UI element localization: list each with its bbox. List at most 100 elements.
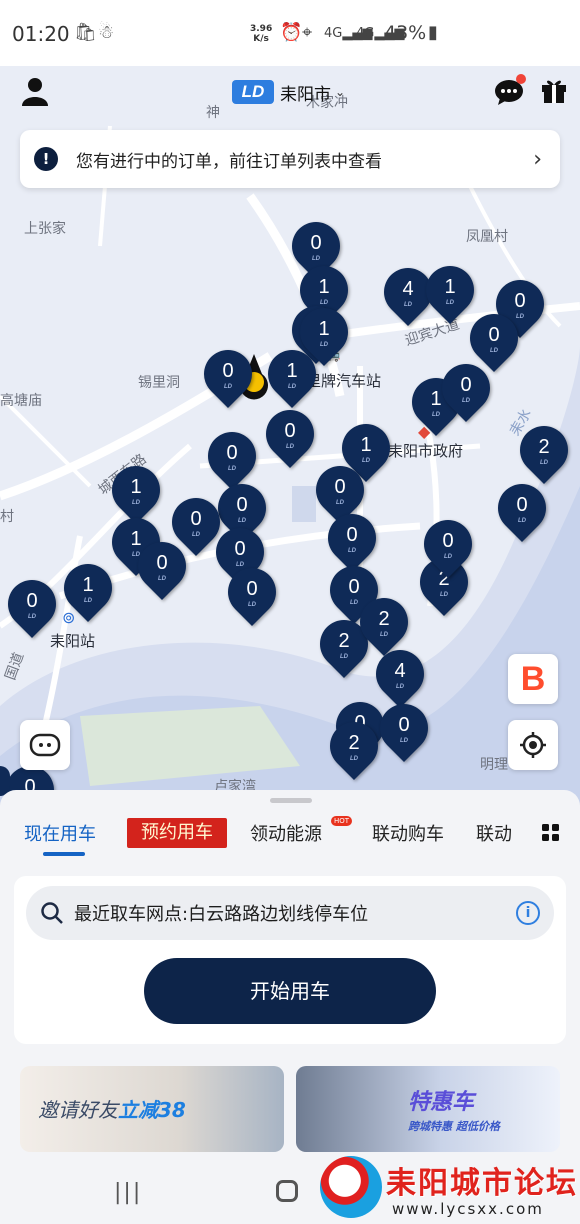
pin-vehicle-count: 1 [444,276,456,298]
pin-vehicle-count: 1 [360,434,372,456]
grid-menu-icon[interactable] [542,824,560,842]
customer-service-button[interactable] [20,720,70,770]
vehicle-pin[interactable]: 1 LD [54,554,122,624]
map-poi-gov: 耒阳市政府 [388,442,464,460]
pin-ld-logo: LD [340,654,348,660]
pin-ld-logo: LD [192,532,200,538]
tab-energy[interactable]: 领动能源 [250,820,322,846]
pin-ld-logo: LD [400,738,408,744]
vehicle-pin[interactable]: 0 LD [432,354,500,424]
recent-apps-icon[interactable]: ||| [114,1180,142,1205]
active-tab-indicator [43,852,85,856]
special-offer-subtitle: 跨城特惠 超低价格 [408,1120,500,1133]
pin-ld-logo: LD [132,500,140,506]
vehicle-pin[interactable]: 0 LD [194,340,262,410]
vehicle-pin[interactable]: 0 LD [0,570,66,640]
service-tabs: 现在用车 预约用车 领动能源 HOT 联动购车 联动 [0,816,580,858]
pin-ld-logo: LD [446,300,454,306]
pin-ld-logo: LD [348,548,356,554]
robot-icon [29,733,61,757]
pin-vehicle-count: 0 [246,578,258,600]
ongoing-order-notice[interactable]: ! 您有进行中的订单，前往订单列表中查看 › [20,130,560,188]
pickup-card: 最近取车网点:白云路路边划线停车位 i 开始用车 [14,876,566,1044]
vehicle-pin[interactable]: 1 LD [416,256,484,326]
vehicle-pin[interactable]: 1 LD [258,340,326,410]
pin-ld-logo: LD [28,614,36,620]
pin-ld-logo: LD [490,348,498,354]
watermark-url: www.lycsxx.com [392,1200,544,1218]
map-label-mingli: 明理 [480,757,508,773]
pin-vehicle-count: 0 [284,420,296,442]
pin-ld-logo: LD [518,518,526,524]
vehicle-pin[interactable]: 0 LD [414,510,482,580]
pin-ld-logo: LD [312,256,320,262]
messages-button[interactable] [494,74,526,106]
vehicle-pin[interactable]: 0 LD [128,532,196,602]
vehicle-pin[interactable]: 0 LD [370,694,438,764]
pin-ld-logo: LD [228,466,236,472]
pin-vehicle-count: 0 [516,494,528,516]
locate-me-button[interactable] [508,720,558,770]
pin-ld-logo: LD [462,398,470,404]
pin-ld-logo: LD [404,302,412,308]
home-icon[interactable] [276,1180,298,1202]
pin-vehicle-count: 0 [442,530,454,552]
pin-ld-logo: LD [286,444,294,450]
pin-vehicle-count: 1 [318,318,330,340]
pin-vehicle-count: 0 [26,590,38,612]
pin-vehicle-count: 0 [460,374,472,396]
pin-ld-logo: LD [350,756,358,762]
brand-b-button[interactable]: B [508,654,558,704]
pin-ld-logo: LD [320,342,328,348]
start-button[interactable]: 开始用车 [144,958,436,1024]
pin-vehicle-count: 0 [398,714,410,736]
pickup-location-text: 最近取车网点:白云路路边划线停车位 [74,904,369,925]
chevron-right-icon: › [533,146,542,172]
vehicle-pin[interactable]: 0 LD [198,422,266,492]
notice-text: 您有进行中的订单，前往订单列表中查看 [76,151,382,172]
pin-vehicle-count: 0 [346,524,358,546]
pin-ld-logo: LD [336,500,344,506]
pin-vehicle-count: 0 [334,476,346,498]
tab-reserve[interactable]: 预约用车 [127,818,227,848]
search-icon [41,902,63,924]
vehicle-pin[interactable]: 0 LD [488,474,556,544]
pin-vehicle-count: 1 [82,574,94,596]
city-selector[interactable]: LD 耒阳市 ⌄ [232,78,345,106]
map-label-shangzhangjia: 上张家 [24,221,66,237]
vehicle-pin[interactable]: 0 LD [218,558,286,628]
alert-icon: ! [34,147,58,171]
pin-vehicle-count: 0 [234,538,246,560]
pin-vehicle-count: 1 [130,476,142,498]
gift-button[interactable] [540,76,568,104]
invite-friend-banner[interactable]: 邀请好友立减38 [20,1066,284,1152]
pin-vehicle-count: 0 [236,494,248,516]
pin-vehicle-count: 1 [318,276,330,298]
pickup-location-search[interactable]: 最近取车网点:白云路路边划线停车位 i [26,886,554,940]
special-offer-banner[interactable]: 特惠车 跨城特惠 超低价格 [296,1066,560,1152]
pin-ld-logo: LD [84,598,92,604]
user-profile-button[interactable] [20,76,50,106]
pin-ld-logo: LD [396,684,404,690]
pin-ld-logo: LD [238,518,246,524]
status-bar: 01:20 🛍 ☃ 3.96 K/s ⏰ ⌖ 4G▂▄▆ 4G▂▄▆ 43% ▮ [0,0,580,66]
vehicle-pin[interactable]: 0 LD [256,400,324,470]
pin-ld-logo: LD [158,576,166,582]
tab-buy-car[interactable]: 联动购车 [372,820,444,846]
pin-vehicle-count: 0 [348,576,360,598]
vehicle-pin[interactable]: 4 LD [366,640,434,710]
vehicle-pin[interactable]: 2 LD [320,712,388,782]
pin-ld-logo: LD [444,554,452,560]
tab-use-now[interactable]: 现在用车 [24,820,96,846]
map-label-cun: 村 [0,509,14,525]
info-icon[interactable]: i [516,901,540,925]
drag-handle[interactable] [270,798,312,803]
tab-liandong[interactable]: 联动 [476,820,524,846]
pin-ld-logo: LD [224,384,232,390]
alarm-icon: ⏰ [280,22,303,43]
map-label-xilidong: 锡里洞 [138,375,180,391]
chat-bubble-icon [495,74,526,105]
vehicle-pin[interactable]: 2 LD [510,416,578,486]
battery-percent: 43% [384,22,427,44]
b-brand-icon: B [520,659,546,698]
